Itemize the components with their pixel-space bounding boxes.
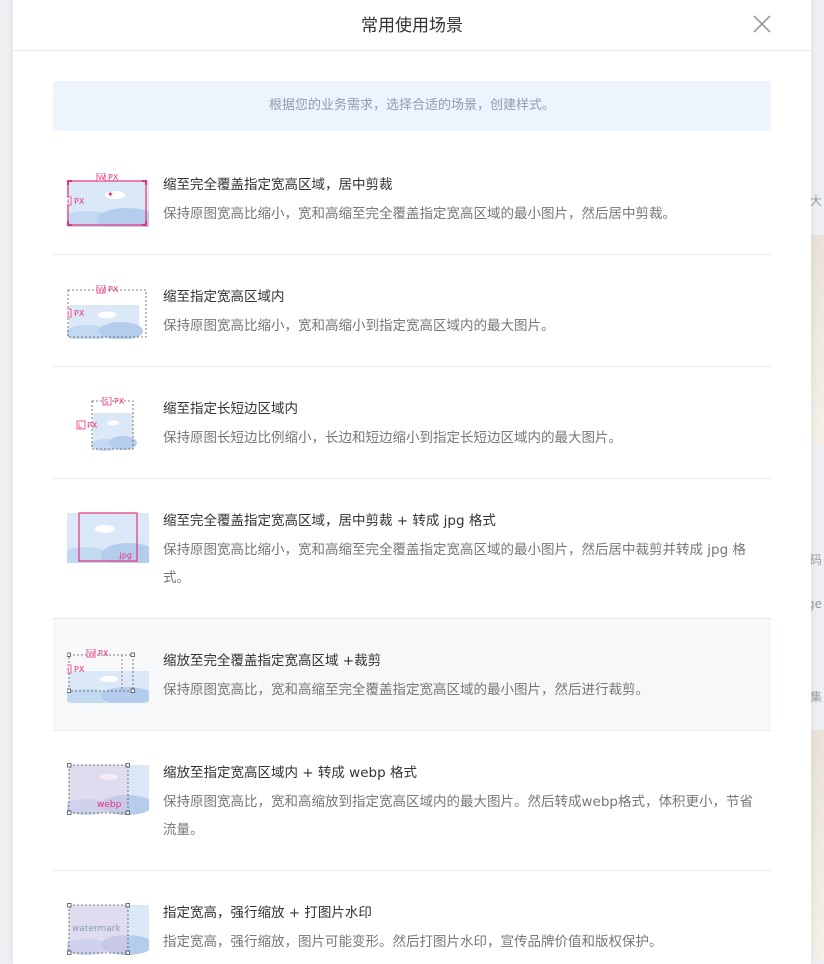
scene-title: 缩至指定宽高区域内 — [163, 289, 285, 305]
scene-title: 指定宽高，强行缩放 + 打图片水印 — [163, 905, 372, 921]
background-text: 码 — [809, 553, 822, 567]
scene-title: 缩至完全覆盖指定宽高区域，居中剪裁 + 转成 jpg 格式 — [163, 513, 496, 529]
tag-w: W — [98, 174, 105, 182]
tag-l: L — [78, 422, 82, 430]
scene-item-watermark[interactable]: watermark 指定宽高，强行缩放 + 打图片水印 指定宽高，强行缩放，图片… — [53, 871, 771, 964]
background-text: 大 — [809, 194, 822, 208]
tag-w: W — [88, 650, 95, 658]
close-icon[interactable] — [751, 13, 773, 35]
tag-px: PX — [74, 665, 85, 674]
tag-w: W — [98, 286, 105, 294]
tag-jpg: .jpg — [117, 551, 132, 560]
watermark-icon: watermark — [63, 901, 153, 955]
scene-title: 缩至完全覆盖指定宽高区域，居中剪裁 — [163, 177, 393, 193]
crop-center-icon: ✦ W PX H PX — [59, 172, 157, 231]
modal-header: 常用使用场景 — [13, 0, 811, 51]
scene-modal: 常用使用场景 根据您的业务需求，选择合适的场景，创建样式。 ✦ W PX PX … — [13, 0, 811, 964]
scene-item-long-short-edge[interactable]: S PX L PX 缩至指定长短边区域内 保持原图长短边比例缩小，长边和短边缩小… — [53, 367, 771, 479]
tag-h: H — [67, 666, 69, 674]
scene-item-fit-inside[interactable]: W PX H PX 缩至指定宽高区域内 保持原图宽高比缩小，宽和高缩小到指定宽高… — [53, 255, 771, 367]
scene-item-crop-jpg[interactable]: .jpg 缩至完全覆盖指定宽高区域，居中剪裁 + 转成 jpg 格式 保持原图宽… — [53, 479, 771, 619]
scene-list: ✦ W PX H PX 缩至完全覆盖指定宽高区域，居中剪裁 保持原图宽高比缩小，… — [53, 143, 771, 964]
tag-px: PX — [74, 309, 85, 318]
tag-px: PX — [98, 649, 109, 658]
scene-item-webp[interactable]: webp 缩放至指定宽高区域内 + 转成 webp 格式 保持原图宽高比，宽和高… — [53, 731, 771, 871]
background-image-strip — [810, 235, 824, 445]
scene-desc: 保持原图长短边比例缩小，长边和短边缩小到指定长短边区域内的最大图片。 — [163, 430, 622, 446]
fit-inside-icon: W PX H PX — [62, 284, 149, 341]
scene-item-crop-center[interactable]: ✦ W PX H PX 缩至完全覆盖指定宽高区域，居中剪裁 保持原图宽高比缩小，… — [53, 143, 771, 255]
webp-icon: webp — [63, 761, 153, 815]
scene-desc: 指定宽高，强行缩放，图片可能变形。然后打图片水印，宣传品牌价值和版权保护。 — [163, 934, 663, 950]
scene-title: 缩至指定长短边区域内 — [163, 401, 298, 417]
scene-title: 缩放至完全覆盖指定宽高区域 +裁剪 — [163, 653, 382, 669]
tag-px: PX — [114, 397, 125, 406]
tag-s: S — [104, 398, 109, 406]
scene-desc: 保持原图宽高比，宽和高缩至完全覆盖指定宽高区域的最小图片，然后进行裁剪。 — [163, 682, 649, 698]
tag-px: PX — [108, 285, 119, 294]
scene-desc: 保持原图宽高比，宽和高缩放到指定宽高区域内的最大图片。然后转成webp格式，体积… — [163, 794, 753, 838]
tip-banner: 根据您的业务需求，选择合适的场景，创建样式。 — [53, 81, 771, 131]
tag-h: H — [67, 310, 69, 318]
tag-h: H — [67, 198, 69, 206]
svg-text:✦: ✦ — [107, 190, 114, 199]
tag-px: PX — [87, 421, 98, 430]
tag-px: PX — [108, 173, 119, 182]
modal-title: 常用使用场景 — [361, 16, 463, 36]
tag-px: PX — [74, 197, 85, 206]
scale-crop-icon: W PX H PX — [62, 648, 153, 705]
scene-desc: 保持原图宽高比缩小，宽和高缩小到指定宽高区域内的最大图片。 — [163, 318, 555, 334]
background-text: 集 — [809, 690, 822, 704]
scene-item-scale-crop[interactable]: W PX H PX 缩放至完全覆盖指定宽高区域 +裁剪 保持原图宽高比，宽和高缩… — [53, 619, 771, 731]
scene-title: 缩放至指定宽高区域内 + 转成 webp 格式 — [163, 765, 417, 781]
long-short-edge-icon: S PX L PX — [67, 396, 149, 451]
background-image-strip — [810, 730, 824, 960]
tag-watermark: watermark — [72, 924, 121, 934]
scene-desc: 保持原图宽高比缩小，宽和高缩至完全覆盖指定宽高区域的最小图片，然后居中裁剪并转成… — [163, 542, 746, 586]
scene-desc: 保持原图宽高比缩小，宽和高缩至完全覆盖指定宽高区域的最小图片，然后居中剪裁。 — [163, 206, 676, 222]
tag-webp: webp — [97, 800, 122, 810]
crop-jpg-icon: .jpg — [59, 509, 157, 567]
